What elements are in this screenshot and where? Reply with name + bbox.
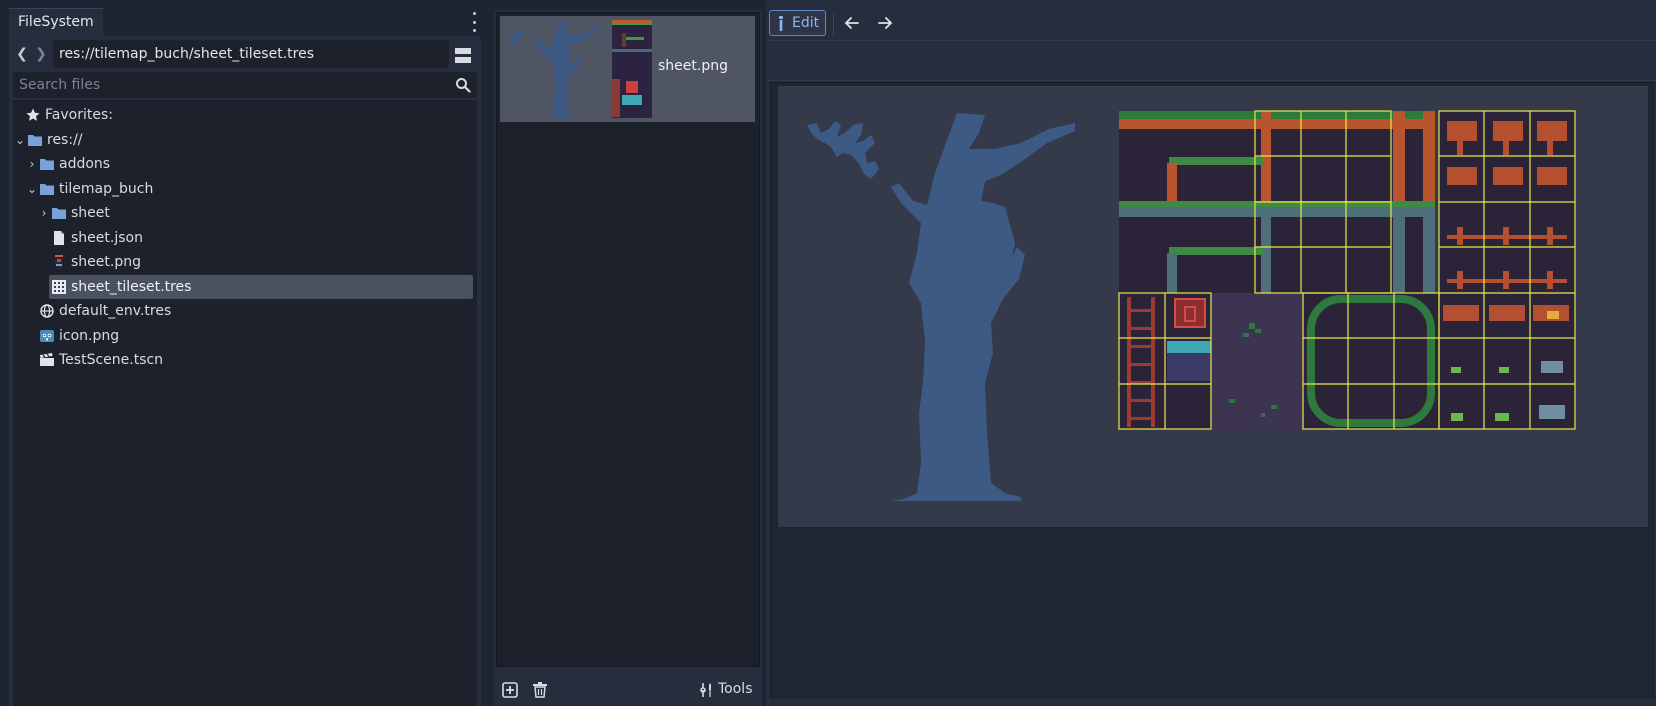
chevron-down-icon[interactable]: ⌄: [15, 128, 25, 152]
path-row: ❮ ❯ res://tilemap_buch/sheet_tileset.tre…: [9, 40, 481, 68]
tree-item-favorites[interactable]: Favorites:: [13, 103, 477, 127]
toolbar-divider: [766, 40, 1656, 41]
dock-menu-icon[interactable]: [468, 12, 480, 32]
tree-item-sheet-tileset[interactable]: sheet_tileset.tres: [49, 275, 473, 299]
filesystem-panel: ❮ ❯ res://tilemap_buch/sheet_tileset.tre…: [9, 36, 481, 706]
tools-label: Tools: [718, 681, 753, 697]
folder-icon: [28, 135, 42, 146]
tree-item-label: icon.png: [59, 328, 120, 344]
search-row: [13, 72, 477, 98]
globe-icon: [40, 304, 54, 318]
tree-item-label: TestScene.tscn: [59, 352, 164, 368]
add-texture-icon[interactable]: [502, 682, 518, 698]
toolbar-divider: [766, 80, 1656, 81]
tree-item-label: tilemap_buch: [59, 181, 154, 197]
chevron-right-icon[interactable]: ›: [39, 201, 49, 225]
editor-toolbar: Edit: [766, 4, 1656, 40]
chevron-down-icon[interactable]: ⌄: [27, 177, 37, 201]
folder-icon: [52, 208, 66, 219]
dock-tabbar: FileSystem: [0, 0, 483, 36]
tileset-editor: Edit: [766, 0, 1656, 706]
tileset-viewport[interactable]: [770, 82, 1655, 699]
edit-mode-label: Edit: [792, 15, 820, 31]
tree-item-label: addons: [59, 156, 111, 172]
tab-filesystem[interactable]: FileSystem: [9, 8, 103, 36]
tree-item-sheet-json[interactable]: sheet.json: [13, 226, 477, 250]
tree-item-label: sheet: [71, 205, 110, 221]
path-field[interactable]: res://tilemap_buch/sheet_tileset.tres: [53, 40, 449, 68]
list-toolbar: Tools: [494, 674, 762, 706]
tree-item-sheet-folder[interactable]: › sheet: [13, 201, 477, 225]
folder-icon: [40, 159, 54, 170]
tree-item-root[interactable]: ⌄ res://: [13, 128, 477, 152]
image-thumbnail-icon: [55, 255, 63, 269]
info-icon: [779, 16, 783, 31]
tree-item-label: default_env.tres: [59, 303, 172, 319]
toolbar-separator: [833, 14, 834, 36]
star-icon: [26, 108, 40, 121]
trash-icon[interactable]: [532, 682, 548, 698]
file-icon: [54, 231, 64, 245]
edit-mode-button[interactable]: Edit: [769, 10, 826, 36]
arrow-right-icon[interactable]: [876, 15, 894, 31]
search-icon: [456, 78, 471, 93]
filesystem-dock: FileSystem ❮ ❯ res://tilemap_buch/sheet_…: [0, 0, 483, 706]
tree-item-sheet-png[interactable]: sheet.png: [13, 250, 477, 274]
tileset-list-panel: sheet.png Tools: [494, 10, 762, 706]
tree-item-test-scene[interactable]: TestScene.tscn: [13, 348, 477, 372]
clapperboard-icon: [40, 353, 54, 366]
texture-item-label: sheet.png: [658, 58, 728, 74]
tree-item-label: res://: [47, 132, 83, 148]
tools-icon: [700, 683, 711, 697]
folder-icon: [40, 184, 54, 195]
tree-item-label: Favorites:: [45, 107, 113, 123]
search-input[interactable]: [13, 72, 477, 98]
forward-icon[interactable]: ❯: [34, 46, 48, 62]
texture-item-sheet-png[interactable]: sheet.png: [500, 16, 755, 122]
tree-item-default-env[interactable]: default_env.tres: [13, 299, 477, 323]
tree-item-icon-png[interactable]: icon.png: [13, 324, 477, 348]
file-tree: Favorites: ⌄ res:// › addons ⌄ tilemap_b…: [13, 100, 477, 706]
tree-item-addons[interactable]: › addons: [13, 152, 477, 176]
tilesheet-preview[interactable]: [771, 83, 1655, 699]
chevron-right-icon[interactable]: ›: [27, 152, 37, 176]
arrow-left-icon[interactable]: [843, 15, 861, 31]
tileset-icon: [52, 280, 66, 294]
texture-list: sheet.png: [496, 12, 760, 667]
texture-thumbnail: [504, 19, 654, 119]
back-icon[interactable]: ❮: [15, 46, 29, 62]
tree-item-tilemap-buch[interactable]: ⌄ tilemap_buch: [13, 177, 477, 201]
split-view-icon[interactable]: [455, 48, 471, 64]
godot-logo-icon: [40, 330, 54, 342]
tree-item-label: sheet.json: [71, 230, 143, 246]
tree-item-label: sheet.png: [71, 254, 141, 270]
tree-item-label: sheet_tileset.tres: [71, 279, 192, 295]
